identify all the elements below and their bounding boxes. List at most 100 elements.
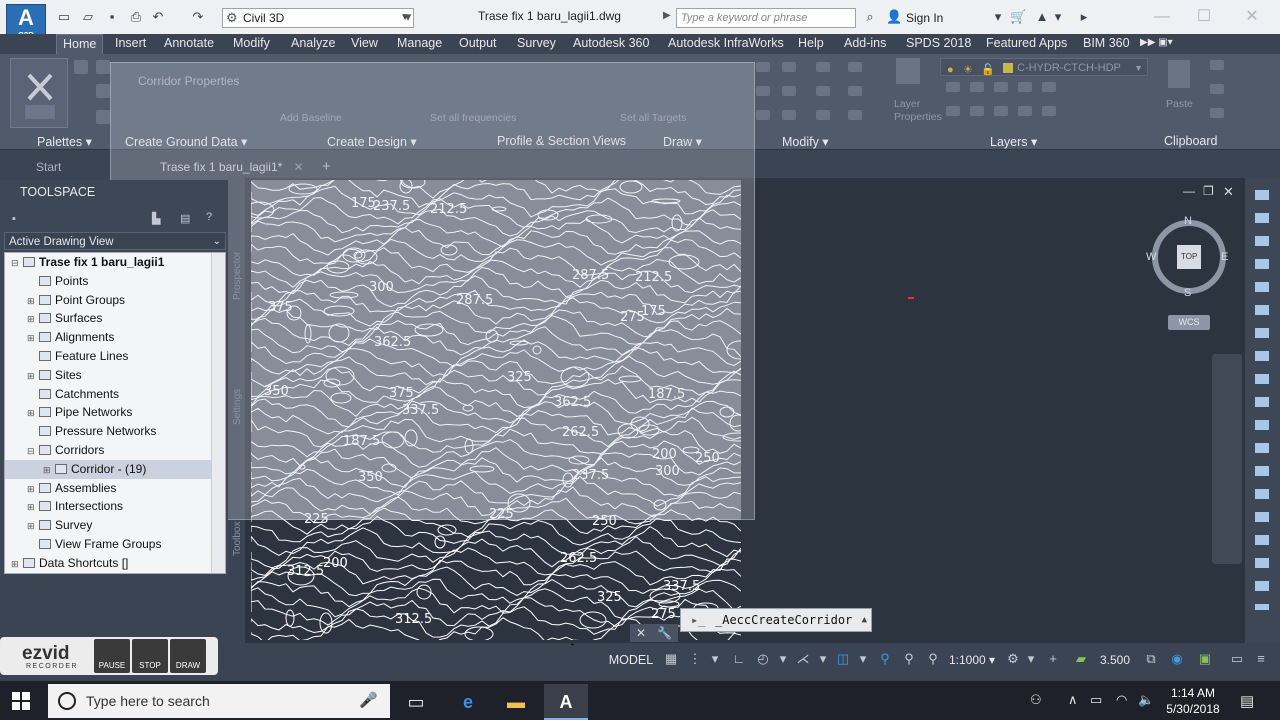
hardware-acceleration-icon[interactable]: ◉ (1170, 652, 1184, 666)
expand-icon[interactable]: ⊞ (27, 310, 37, 329)
chevron-down-icon[interactable]: ▾ (856, 652, 870, 666)
isodraft-icon[interactable]: ⋌ (796, 652, 810, 666)
toolspace-pin-icon[interactable]: ▪ (12, 213, 16, 225)
ortho-icon[interactable]: ∟ (732, 652, 746, 666)
minimize-icon[interactable]: — (1150, 7, 1174, 27)
view-selector[interactable]: Active Drawing View ⌄ (4, 232, 226, 250)
more-tabs-icon[interactable]: ▶▶ ▣▾ (1134, 34, 1179, 54)
side-tab-toolbox[interactable]: Toolbox (232, 522, 243, 556)
snap-icon[interactable]: ⋮ (688, 652, 702, 666)
customize-menu-icon[interactable]: ≡ (1254, 652, 1268, 666)
tree-item[interactable]: ⊞ Sites (5, 366, 225, 385)
tab-featured-apps[interactable]: Featured Apps (980, 34, 1073, 54)
toolspace-tool-icon[interactable]: ▙ (152, 212, 160, 225)
binoculars-icon[interactable]: ⌕ (862, 9, 878, 25)
tree-item[interactable]: ⊟ Corridors (5, 441, 225, 460)
new-file-icon[interactable]: ▭ (56, 9, 72, 25)
command-line-input[interactable]: ▸_ _AeccCreateCorridor ▲ (680, 608, 872, 632)
layer-tool-icon[interactable] (946, 82, 960, 92)
cart-icon[interactable]: 🛒 (1010, 9, 1026, 25)
fillet-icon[interactable] (816, 86, 830, 96)
model-space-toggle[interactable]: MODEL (606, 649, 656, 671)
layer-tool-icon[interactable] (1018, 106, 1032, 116)
match-icon[interactable] (1210, 108, 1224, 118)
volume-icon[interactable]: 🔈 (1138, 692, 1154, 708)
tree-item[interactable]: View Frame Groups (5, 535, 225, 554)
system-clock[interactable]: 1:14 AM 5/30/2018 (1160, 685, 1226, 717)
task-view-icon[interactable]: ▭ (394, 684, 438, 720)
tree-item[interactable]: ⊞ Data Shortcuts [] (5, 554, 225, 573)
panel-modify[interactable]: Modify ▾ (782, 134, 829, 149)
annotation-scale-icon[interactable]: ⚲ (926, 652, 940, 666)
tree-item[interactable]: Catchments (5, 385, 225, 404)
viewcube[interactable]: N S E W TOP WCS (1146, 210, 1236, 343)
side-tab-settings[interactable]: Settings (232, 389, 243, 425)
grid-icon[interactable]: ▦ (664, 652, 678, 666)
osnap-icon[interactable]: ◫ (836, 652, 850, 666)
tab-addins[interactable]: Add-ins (838, 34, 892, 54)
layer-tool-icon[interactable] (1042, 82, 1056, 92)
expand-icon[interactable]: ⊞ (27, 329, 37, 348)
expand-icon[interactable]: ⊞ (27, 517, 37, 536)
microphone-icon[interactable]: 🎤 (359, 684, 378, 718)
edge-browser-icon[interactable]: e (446, 684, 490, 720)
tree-item[interactable]: Feature Lines (5, 347, 225, 366)
toolspace-button[interactable] (10, 58, 68, 128)
workspace-dropdown[interactable]: ⚙ Civil 3D ▼ (222, 8, 414, 28)
palette-tool-icons[interactable] (1255, 190, 1269, 610)
viewcube-top[interactable]: TOP (1181, 252, 1197, 261)
layer-tool-icon[interactable] (994, 106, 1008, 116)
tray-chevron-icon[interactable]: ∧ (1068, 692, 1078, 708)
stretch-icon[interactable] (756, 110, 770, 120)
viewport-restore-icon[interactable]: ❐ (1203, 184, 1214, 198)
panel-layers[interactable]: Layers ▾ (990, 134, 1037, 149)
ezvid-draw-button[interactable]: DRAW (170, 639, 206, 673)
chevron-down-icon[interactable]: ▾ (708, 652, 722, 666)
collapse-icon[interactable]: ⊟ (11, 254, 21, 273)
ezvid-stop-button[interactable]: STOP (132, 639, 168, 673)
mirror-icon[interactable] (782, 86, 796, 96)
tree-item[interactable]: ⊟ Trase fix 1 baru_lagii1 (5, 253, 225, 272)
wrench-icon[interactable]: 🔧 (657, 626, 672, 640)
copy-icon[interactable] (756, 86, 770, 96)
layer-tool-icon[interactable] (970, 106, 984, 116)
qat-overflow-icon[interactable]: ▾ (400, 9, 416, 25)
cut-icon[interactable] (1210, 60, 1224, 70)
layer-tool-icon[interactable] (994, 82, 1008, 92)
expand-icon[interactable]: ⊞ (27, 480, 37, 499)
panel-palettes[interactable]: Palettes ▾ (37, 134, 92, 149)
tab-infraworks[interactable]: Autodesk InfraWorks (662, 34, 790, 54)
tab-analyze[interactable]: Analyze (285, 34, 341, 54)
close-icon[interactable]: ✕ (636, 626, 646, 640)
layer-tool-icon[interactable] (946, 106, 960, 116)
layer-tool-icon[interactable] (1042, 106, 1056, 116)
move-icon[interactable] (756, 62, 770, 72)
tree-item[interactable]: ⊞ Assemblies (5, 479, 225, 498)
plus-icon[interactable]: + (1046, 652, 1060, 666)
open-file-icon[interactable]: ▱ (80, 9, 96, 25)
erase-icon[interactable] (848, 62, 862, 72)
fullscreen-icon[interactable]: ▭ (1230, 652, 1244, 666)
set-all-frequencies-button[interactable]: Set all frequencies (430, 112, 516, 124)
set-all-targets-button[interactable]: Set all Targets (620, 112, 686, 124)
lineweight-icon[interactable]: ▰ (1074, 652, 1088, 666)
navigation-bar[interactable] (1212, 354, 1242, 564)
tab-output[interactable]: Output (453, 34, 503, 54)
tree-scrollbar[interactable] (211, 253, 225, 573)
a360-icon[interactable]: ▲ (1034, 9, 1050, 25)
annotation-scale[interactable]: 1:1000 ▾ (949, 653, 995, 667)
tab-help[interactable]: Help (792, 34, 830, 54)
expand-icon[interactable]: ⊞ (27, 292, 37, 311)
notifications-icon[interactable]: ▤ (1240, 692, 1254, 710)
expand-icon[interactable]: ⊞ (27, 498, 37, 517)
trim-icon[interactable] (816, 62, 830, 72)
add-baseline-button[interactable]: Add Baseline (280, 112, 342, 124)
array-icon[interactable] (816, 110, 830, 120)
palette-icon[interactable] (96, 110, 110, 124)
workspace-gear-icon[interactable]: ⚙ (1006, 652, 1020, 666)
tab-annotate[interactable]: Annotate (158, 34, 220, 54)
tab-survey[interactable]: Survey (511, 34, 562, 54)
ezvid-pause-button[interactable]: PAUSE (94, 639, 130, 673)
chevron-up-icon[interactable]: ▲ (862, 609, 867, 631)
chevron-down-icon[interactable]: ▾ (990, 9, 1006, 25)
